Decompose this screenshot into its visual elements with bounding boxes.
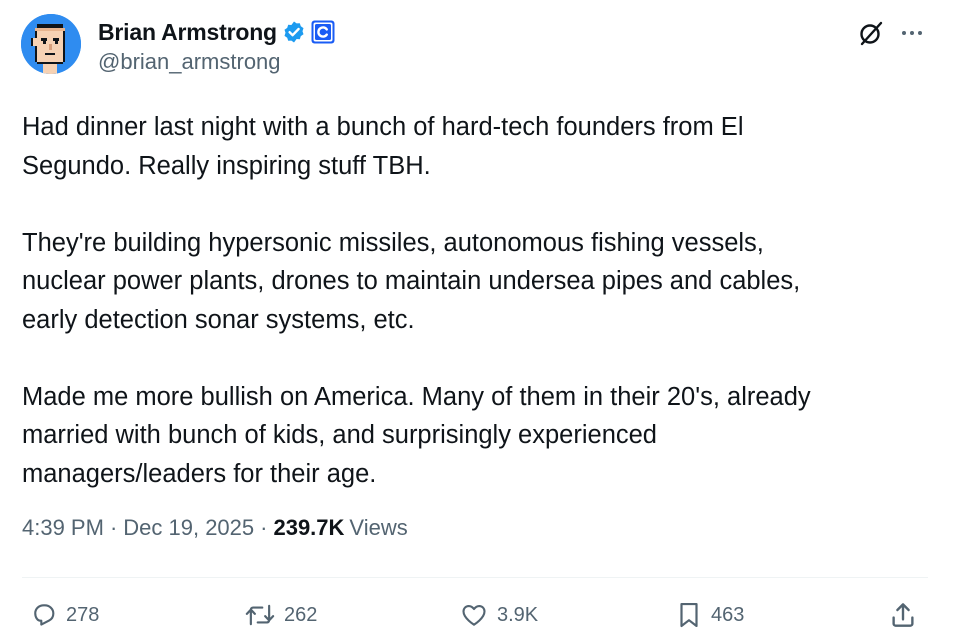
like-count: 3.9K (497, 603, 539, 626)
avatar-pixel-face-icon (21, 14, 81, 74)
heart-icon (462, 604, 486, 626)
repost-count: 262 (284, 603, 318, 626)
tweet-text-line: Segundo. Really inspiring stuff TBH. (22, 151, 431, 180)
tweet-text-line: Made me more bullish on America. Many of… (22, 382, 811, 411)
display-name-row: Brian Armstrong (98, 16, 335, 48)
reply-count: 278 (66, 603, 100, 626)
share-button[interactable] (888, 598, 918, 632)
tweet-text-line: married with bunch of kids, and surprisi… (22, 421, 657, 449)
coinbase-badge-icon[interactable] (311, 20, 335, 44)
avatar[interactable] (21, 14, 81, 74)
verified-badge-icon[interactable] (282, 20, 306, 44)
bookmark-count: 463 (711, 603, 745, 626)
tweet-text: Had dinner last night with a bunch of ha… (22, 108, 922, 493)
tweet: Brian Armstrong @brian_armstrong Had din… (0, 0, 956, 638)
repost-button[interactable]: 262 (244, 598, 317, 632)
meta-separator: · (109, 515, 118, 540)
reply-icon (34, 604, 55, 626)
tweet-text-line: early detection sonar systems, etc. (22, 305, 415, 334)
tweet-meta: 4:39 PM · Dec 19, 2025 · 239.7K Views (22, 515, 408, 541)
views-count: 239.7K (273, 515, 345, 540)
tweet-text-line: nuclear power plants, drones to maintain… (22, 267, 801, 295)
divider (22, 577, 928, 578)
reply-button[interactable]: 278 (30, 598, 99, 632)
tweet-time[interactable]: 4:39 PM (22, 515, 104, 541)
share-icon (892, 603, 914, 627)
tweet-date[interactable]: Dec 19, 2025 (123, 515, 254, 541)
bookmark-button[interactable]: 463 (675, 598, 744, 632)
tweet-text-line: Had dinner last night with a bunch of ha… (22, 113, 744, 141)
display-name[interactable]: Brian Armstrong (98, 19, 277, 46)
tweet-text-line: They're building hypersonic missiles, au… (22, 228, 764, 257)
tweet-text-line: managers/leaders for their age. (22, 459, 377, 488)
meta-separator: · (260, 515, 268, 540)
bookmark-icon (680, 602, 698, 628)
user-handle[interactable]: @brian_armstrong (98, 49, 281, 75)
repost-icon (245, 604, 275, 626)
more-icon[interactable] (897, 18, 927, 48)
views-label: Views (349, 515, 408, 540)
like-button[interactable]: 3.9K (459, 598, 538, 632)
grok-icon[interactable] (856, 18, 886, 48)
